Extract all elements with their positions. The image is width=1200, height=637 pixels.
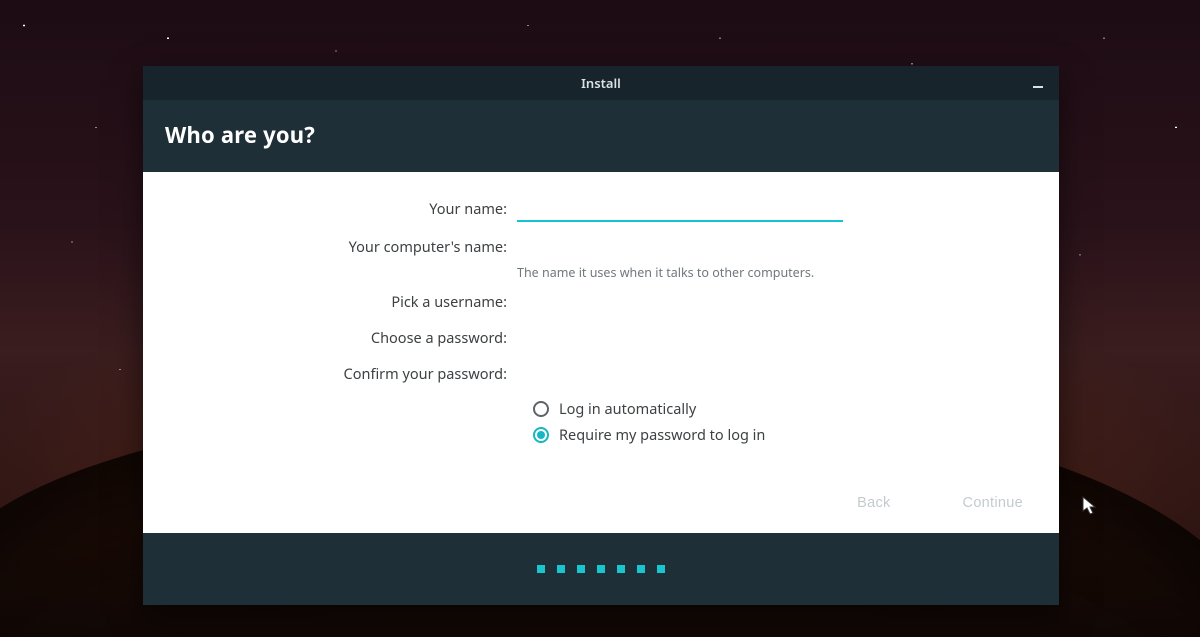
page-header: Who are you? [143,100,1059,172]
back-button[interactable]: Back [853,489,894,517]
progress-dot [577,565,585,573]
login-option-group: Log in automatically Require my password… [533,399,1059,445]
label-username: Pick a username: [143,292,515,312]
progress-dot [637,565,645,573]
your-name-input[interactable] [517,196,843,222]
radio-require-password[interactable]: Require my password to log in [533,425,1059,445]
label-password: Choose a password: [143,328,515,348]
progress-dot [657,565,665,573]
progress-dot [617,565,625,573]
window-title: Install [581,74,621,92]
window-minimize-button[interactable] [1031,77,1045,91]
radio-icon [533,401,549,417]
minimize-icon [1032,78,1044,90]
label-your-name: Your name: [143,199,515,219]
continue-button[interactable]: Continue [959,489,1027,517]
radio-label-require-pw: Require my password to log in [559,425,765,445]
radio-login-automatically[interactable]: Log in automatically [533,399,1059,419]
progress-dot [597,565,605,573]
wizard-progress [143,533,1059,605]
window-titlebar: Install [143,66,1059,100]
progress-dot [537,565,545,573]
form-area: Your name: Your computer's name: The nam… [143,172,1059,533]
hint-computer-name: The name it uses when it talks to other … [517,264,1059,281]
page-title: Who are you? [165,120,1037,150]
label-confirm-password: Confirm your password: [143,364,515,384]
installer-window: Install Who are you? Your name: Your com… [143,66,1059,605]
radio-icon [533,427,549,443]
progress-dot [557,565,565,573]
wizard-actions: Back Continue [853,489,1027,517]
label-computer-name: Your computer's name: [143,237,515,257]
radio-label-auto: Log in automatically [559,399,696,419]
